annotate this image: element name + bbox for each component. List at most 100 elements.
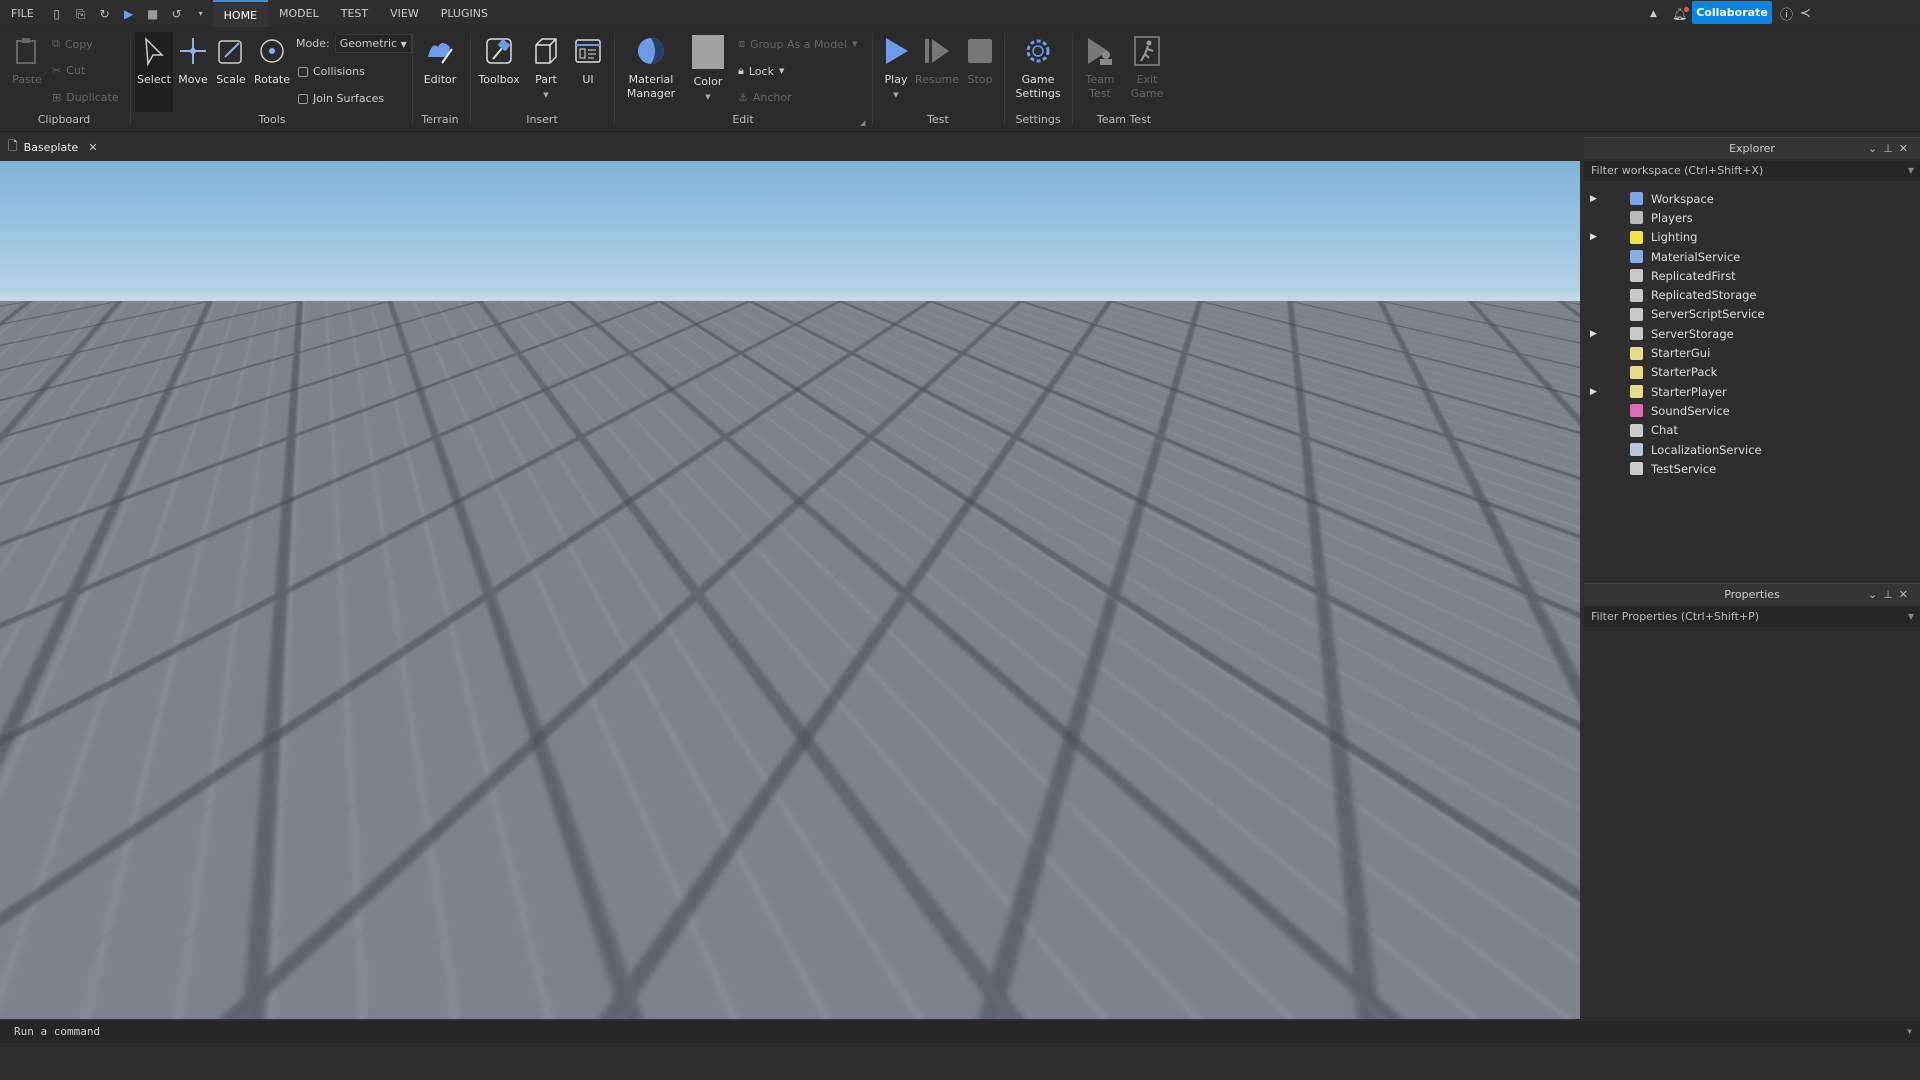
ui-button[interactable]: UI <box>568 35 608 87</box>
join-surfaces-checkbox[interactable]: Join Surfaces <box>298 92 384 105</box>
explorer-filter-input[interactable]: Filter workspace (Ctrl+Shift+X) ▼ <box>1584 161 1920 181</box>
play-icon[interactable]: ▶ <box>122 7 136 21</box>
share-icon[interactable]: ≺ <box>1800 6 1811 21</box>
move-button[interactable]: Move <box>174 35 212 87</box>
resume-button[interactable]: Resume <box>914 35 960 87</box>
team-test-button[interactable]: Team Test <box>1078 35 1122 101</box>
expand-arrow-icon[interactable]: ▶ <box>1590 387 1597 397</box>
mode-dropdown[interactable]: Mode: Geometric ▼ <box>296 34 412 53</box>
rotate-button[interactable]: Rotate <box>250 35 294 87</box>
cut-button[interactable]: ✂ Cut <box>52 64 85 77</box>
scale-label: Scale <box>216 73 246 86</box>
chevron-down-icon[interactable]: ▼ <box>1908 607 1914 627</box>
group-as-model-button[interactable]: ⧈ Group As a Model ▼ <box>738 37 857 51</box>
undo-icon[interactable]: ↺ <box>170 7 184 21</box>
explorer-item-startergui[interactable]: StarterGui <box>1584 343 1920 362</box>
redo-icon[interactable]: ↻ <box>98 7 112 21</box>
explorer-item-serverstorage[interactable]: ▶ ServerStorage <box>1584 324 1920 343</box>
replicatedfirst-icon <box>1630 269 1643 283</box>
group-label: Group As a Model <box>750 37 848 51</box>
explorer-item-replicatedstorage[interactable]: ReplicatedStorage <box>1584 285 1920 304</box>
tab-model[interactable]: MODEL <box>268 0 330 27</box>
explorer-item-starterplayer[interactable]: ▶ StarterPlayer <box>1584 382 1920 401</box>
explorer-item-starterpack[interactable]: StarterPack <box>1584 363 1920 382</box>
play-button[interactable]: Play ▼ <box>878 35 914 102</box>
explorer-item-label: ReplicatedFirst <box>1651 268 1736 283</box>
explorer-item-testservice[interactable]: TestService <box>1584 459 1920 478</box>
quick-access-dropdown-icon[interactable]: ▾ <box>194 7 208 21</box>
3d-viewport[interactable] <box>0 161 1580 1019</box>
explorer-item-replicatedfirst[interactable]: ReplicatedFirst <box>1584 266 1920 285</box>
duplicate-button[interactable]: ⊞ Duplicate <box>52 91 119 104</box>
color-button[interactable]: Color ▼ <box>688 35 728 104</box>
explorer-item-soundservice[interactable]: SoundService <box>1584 401 1920 420</box>
copy-button[interactable]: ⧉ Copy <box>52 37 93 51</box>
expand-arrow-icon[interactable]: ▶ <box>1590 194 1597 204</box>
explorer-item-label: StarterPack <box>1651 365 1718 380</box>
anchor-button[interactable]: ⚓︎ Anchor <box>738 91 792 104</box>
terrain-editor-button[interactable]: Editor <box>418 35 462 87</box>
document-tab-baseplate[interactable]: 🗋︎ Baseplate ✕ <box>8 137 98 157</box>
chevron-down-icon[interactable]: ▼ <box>1908 161 1914 181</box>
scale-button[interactable]: Scale <box>212 35 250 87</box>
copy-icon: ⧉ <box>52 37 60 50</box>
mode-label: Mode: <box>296 37 330 50</box>
toolbox-label: Toolbox <box>478 73 520 86</box>
status-area <box>0 1043 1920 1080</box>
toolbox-button[interactable]: Toolbox <box>474 35 524 87</box>
publish-icon[interactable]: ⎘ <box>74 7 88 21</box>
help-icon[interactable]: ⓘ <box>1780 4 1793 23</box>
command-bar-input[interactable]: Run a command ▼ <box>0 1021 1920 1043</box>
explorer-item-lighting[interactable]: ▶ Lighting <box>1584 228 1920 247</box>
paste-label: Paste <box>12 73 42 86</box>
explorer-item-materialservice[interactable]: MaterialService <box>1584 247 1920 266</box>
baseplate-floor <box>0 161 1580 301</box>
exit-game-button[interactable]: Exit Game <box>1124 35 1170 101</box>
part-cube-icon <box>535 38 557 64</box>
part-button[interactable]: Part ▼ <box>526 35 566 102</box>
collapse-ribbon-icon[interactable]: ▲ <box>1650 9 1657 19</box>
explorer-item-serverscriptservice[interactable]: ServerScriptService <box>1584 305 1920 324</box>
new-file-icon[interactable]: ▯ <box>50 7 64 21</box>
pin-icon[interactable]: ⊥ <box>1883 142 1899 155</box>
stop-button[interactable]: Stop <box>962 35 998 87</box>
paste-button[interactable]: Paste <box>10 35 44 87</box>
explorer-item-chat[interactable]: Chat <box>1584 421 1920 440</box>
play-label: Play <box>884 73 908 86</box>
stop-label: Stop <box>967 73 993 86</box>
insert-group-label: Insert <box>526 113 558 126</box>
explorer-item-localizationservice[interactable]: LocalizationService <box>1584 440 1920 459</box>
chevron-down-icon[interactable]: ▼ <box>1907 1021 1912 1043</box>
chevron-down-icon[interactable]: ▼ <box>705 93 710 101</box>
tab-view[interactable]: VIEW <box>379 0 430 27</box>
material-manager-button[interactable]: Material Manager <box>616 35 686 101</box>
chevron-down-icon[interactable]: ▼ <box>543 91 548 99</box>
tab-plugins[interactable]: PLUGINS <box>430 0 499 27</box>
collaborate-button[interactable]: Collaborate <box>1692 1 1772 24</box>
expand-arrow-icon[interactable]: ▶ <box>1590 329 1597 339</box>
chevron-down-icon[interactable]: ⌄ <box>1868 588 1883 601</box>
pin-icon[interactable]: ⊥ <box>1883 588 1899 601</box>
view-selector-cube[interactable] <box>1480 356 1550 436</box>
chevron-down-icon[interactable]: ⌄ <box>1868 142 1883 155</box>
tab-home[interactable]: HOME <box>212 0 269 27</box>
properties-filter-input[interactable]: Filter Properties (Ctrl+Shift+P) ▼ <box>1584 607 1920 627</box>
stop-icon[interactable]: ■ <box>146 7 160 21</box>
dialog-launcher-icon[interactable]: ◢ <box>860 119 865 127</box>
game-settings-button[interactable]: Game Settings <box>1008 35 1068 101</box>
ribbon: Paste ⧉ Copy ✂ Cut ⊞ Duplicate Clipboard Se… <box>0 27 1920 132</box>
collisions-checkbox[interactable]: Collisions <box>298 65 365 78</box>
notification-bell-icon[interactable]: 🔔︎ <box>1672 6 1690 21</box>
explorer-item-players[interactable]: Players <box>1584 208 1920 227</box>
expand-arrow-icon[interactable]: ▶ <box>1590 232 1597 242</box>
chevron-down-icon[interactable]: ▼ <box>893 91 898 99</box>
lock-button[interactable]: 🔒︎ Lock ▼ <box>738 64 784 78</box>
explorer-item-workspace[interactable]: ▶ Workspace <box>1584 189 1920 208</box>
close-icon[interactable]: ✕ <box>1899 142 1914 155</box>
file-menu[interactable]: FILE <box>0 0 45 27</box>
close-icon[interactable]: ✕ <box>88 141 97 154</box>
tab-test[interactable]: TEST <box>330 0 379 27</box>
close-icon[interactable]: ✕ <box>1899 588 1914 601</box>
explorer-item-label: StarterGui <box>1651 346 1711 361</box>
select-button[interactable]: Select <box>135 32 173 112</box>
